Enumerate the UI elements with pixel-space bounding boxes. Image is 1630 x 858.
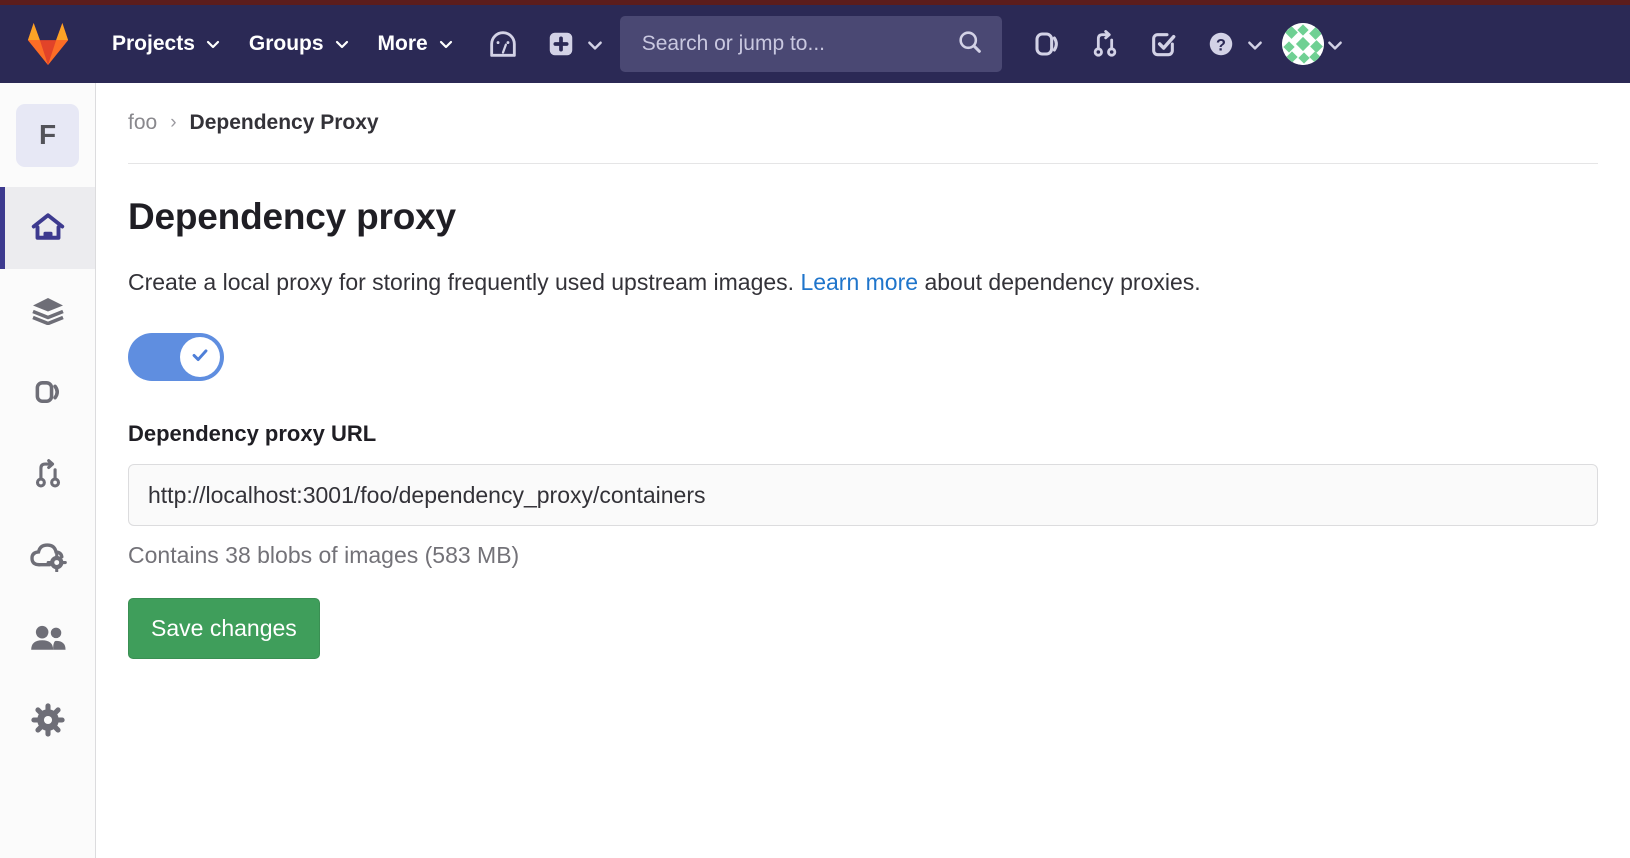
search-input[interactable]: Search or jump to... — [620, 16, 1002, 72]
help-question-icon[interactable]: ? — [1198, 21, 1244, 67]
nav-item-groups-label: Groups — [249, 32, 324, 56]
home-icon — [30, 210, 66, 246]
avatar[interactable] — [1282, 23, 1324, 65]
project-avatar[interactable]: F — [16, 104, 79, 167]
page-description-before-link: Create a local proxy for storing frequen… — [128, 269, 800, 295]
chevron-down-icon — [438, 36, 454, 52]
learn-more-link[interactable]: Learn more — [800, 269, 918, 295]
create-new-menu[interactable] — [538, 21, 602, 67]
merge-requests-icon — [31, 457, 65, 491]
page-title: Dependency proxy — [128, 196, 1598, 238]
nav-item-projects-label: Projects — [112, 32, 195, 56]
toggle-knob — [180, 337, 220, 377]
dashboard-speedometer-icon[interactable] — [480, 21, 526, 67]
settings-gear-icon — [30, 702, 66, 738]
cloud-gear-icon — [29, 540, 67, 572]
url-field-label: Dependency proxy URL — [128, 421, 1598, 447]
sidebar-item-settings[interactable] — [0, 679, 95, 761]
user-menu[interactable] — [1282, 23, 1342, 65]
page-description-after-link: about dependency proxies. — [918, 269, 1201, 295]
repository-stack-icon — [30, 295, 66, 325]
breadcrumb: foo › Dependency Proxy — [128, 83, 1598, 135]
breadcrumb-divider — [128, 163, 1598, 164]
svg-text:?: ? — [1216, 36, 1226, 54]
top-navbar: Projects Groups More — [0, 5, 1630, 83]
help-menu[interactable]: ? — [1198, 21, 1262, 67]
todos-check-icon[interactable] — [1140, 21, 1186, 67]
check-icon — [189, 344, 211, 371]
sidebar-item-issues[interactable] — [0, 351, 95, 433]
main-content: foo › Dependency Proxy Dependency proxy … — [97, 83, 1630, 858]
dependency-proxy-toggle[interactable] — [128, 333, 224, 381]
sidebar-item-repository[interactable] — [0, 269, 95, 351]
navbar-right-icons: ? — [1024, 21, 1342, 67]
breadcrumb-item-root[interactable]: foo — [128, 111, 157, 135]
save-changes-button[interactable]: Save changes — [128, 598, 320, 659]
plus-square-icon[interactable] — [538, 21, 584, 67]
chevron-down-icon — [334, 36, 350, 52]
chevron-down-icon — [586, 36, 602, 52]
members-people-icon — [29, 623, 67, 653]
chevron-down-icon — [205, 36, 221, 52]
chevron-down-icon — [1246, 36, 1262, 52]
breadcrumb-separator-icon: › — [170, 112, 176, 134]
sidebar-item-members[interactable] — [0, 597, 95, 679]
sidebar-item-project-home[interactable] — [0, 187, 95, 269]
dependency-proxy-toggle-row — [128, 333, 1598, 386]
search-placeholder: Search or jump to... — [642, 32, 825, 56]
dependency-proxy-url-input[interactable]: http://localhost:3001/foo/dependency_pro… — [128, 464, 1598, 526]
nav-item-projects[interactable]: Projects — [98, 22, 235, 66]
breadcrumb-item-current[interactable]: Dependency Proxy — [190, 111, 379, 135]
sidebar-item-cicd[interactable] — [0, 515, 95, 597]
project-sidebar: F — [0, 83, 96, 858]
blob-storage-helper-text: Contains 38 blobs of images (583 MB) — [128, 542, 1598, 569]
gitlab-dependency-proxy-page: Projects Groups More — [0, 0, 1630, 858]
sidebar-item-merge-requests[interactable] — [0, 433, 95, 515]
page-description: Create a local proxy for storing frequen… — [128, 262, 1358, 302]
chevron-down-icon — [1326, 36, 1342, 52]
nav-item-groups[interactable]: Groups — [235, 22, 364, 66]
merge-requests-icon[interactable] — [1082, 21, 1128, 67]
nav-item-more-label: More — [378, 32, 428, 56]
issues-book-icon — [31, 375, 65, 409]
nav-item-more[interactable]: More — [364, 22, 468, 66]
project-avatar-wrapper: F — [0, 83, 95, 187]
issues-icon[interactable] — [1024, 21, 1070, 67]
search-icon[interactable] — [956, 28, 984, 61]
gitlab-logo-icon[interactable] — [22, 19, 74, 69]
